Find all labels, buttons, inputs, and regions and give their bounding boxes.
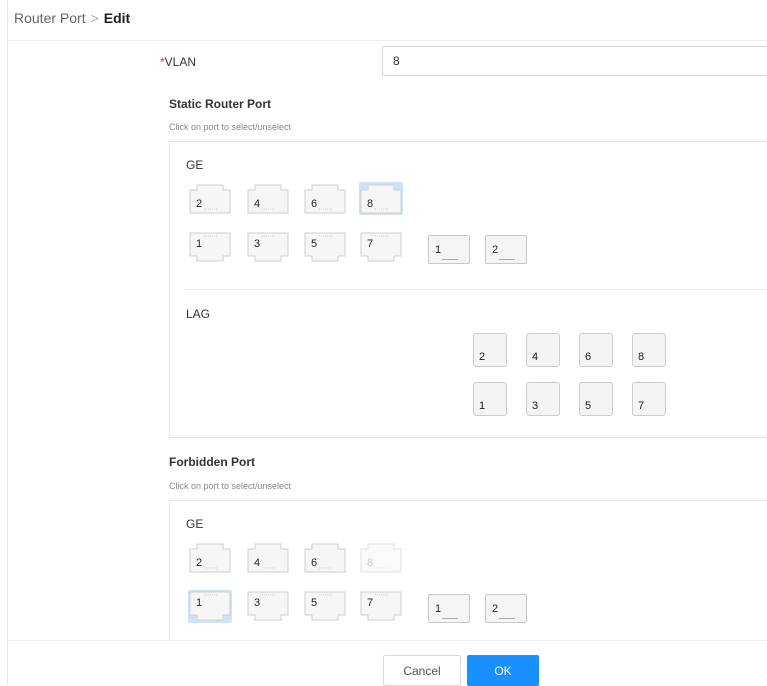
port-number: 7 xyxy=(367,238,374,250)
static-ge-port-6[interactable]: 6 xyxy=(303,182,347,215)
left-border xyxy=(7,0,8,685)
lag-port-2[interactable]: 2 xyxy=(473,333,507,367)
port-number: 1 xyxy=(435,244,442,256)
port-number: 6 xyxy=(311,557,318,569)
forbidden-ge-port-7[interactable]: 7 xyxy=(359,590,403,623)
port-number: 2 xyxy=(492,603,499,615)
sfp-slot-icon xyxy=(499,259,515,260)
port-number: 1 xyxy=(196,597,203,609)
static-ge-port-3[interactable]: 3 xyxy=(246,231,290,264)
footer: Cancel OK xyxy=(8,640,767,686)
port-number: 3 xyxy=(254,238,261,250)
static-ge-port-7[interactable]: 7 xyxy=(359,231,403,264)
sfp-slot-icon xyxy=(442,259,458,260)
breadcrumb-parent[interactable]: Router Port xyxy=(14,10,86,26)
port-number: 5 xyxy=(585,400,592,412)
forbidden-ge-port-6[interactable]: 6 xyxy=(303,541,347,574)
forbidden-port-hint: Click on port to select/unselect xyxy=(169,481,292,491)
static-lag-label: LAG xyxy=(186,307,211,321)
static-ge-label: GE xyxy=(186,158,204,172)
forbidden-port-panel: GE 2 4 6 8 1 3 5 7 1 2 xyxy=(169,500,767,662)
header-divider xyxy=(8,40,767,41)
port-number: 4 xyxy=(532,351,539,363)
forbidden-ge-port-3[interactable]: 3 xyxy=(246,590,290,623)
cancel-button[interactable]: Cancel xyxy=(383,655,461,686)
port-number: 7 xyxy=(367,597,374,609)
port-number: 5 xyxy=(311,597,318,609)
vlan-label-text: VLAN xyxy=(164,55,197,69)
static-router-port-panel: GE LAG 2 4 6 8 1 3 5 7 1 2 2 4 6 8 1 3 5 7 xyxy=(169,141,767,438)
forbidden-ge-port-2[interactable]: 2 xyxy=(188,541,232,574)
vlan-label: *VLAN xyxy=(160,55,196,69)
ok-button[interactable]: OK xyxy=(467,655,539,686)
port-number: 1 xyxy=(435,603,442,615)
port-number: 2 xyxy=(196,557,203,569)
lag-port-8[interactable]: 8 xyxy=(632,333,666,367)
port-number: 1 xyxy=(479,400,486,412)
port-number: 8 xyxy=(638,351,645,363)
port-number: 6 xyxy=(311,198,318,210)
static-ge-port-1[interactable]: 1 xyxy=(188,231,232,264)
forbidden-port-title: Forbidden Port xyxy=(169,455,255,469)
sfp-slot-icon xyxy=(442,618,458,619)
lag-port-4[interactable]: 4 xyxy=(526,333,560,367)
port-number: 8 xyxy=(367,557,374,569)
lag-port-3[interactable]: 3 xyxy=(526,382,560,416)
lag-port-6[interactable]: 6 xyxy=(579,333,613,367)
port-number: 6 xyxy=(585,351,592,363)
lag-port-1[interactable]: 1 xyxy=(473,382,507,416)
forbidden-ge-port-1[interactable]: 1 xyxy=(188,590,232,623)
forbidden-ge-port-5[interactable]: 5 xyxy=(303,590,347,623)
port-number: 5 xyxy=(311,238,318,250)
port-number: 2 xyxy=(479,351,486,363)
forbidden-ge-port-8: 8 xyxy=(359,541,403,574)
port-number: 4 xyxy=(254,198,261,210)
breadcrumb: Router Port > Edit xyxy=(14,10,130,26)
static-divider xyxy=(184,289,767,290)
breadcrumb-separator: > xyxy=(90,10,99,26)
forbidden-sfp-port-2[interactable]: 2 xyxy=(485,594,527,623)
forbidden-ge-label: GE xyxy=(186,517,204,531)
lag-port-7[interactable]: 7 xyxy=(632,382,666,416)
sfp-slot-icon xyxy=(499,618,515,619)
static-sfp-port-1[interactable]: 1 xyxy=(428,235,470,264)
forbidden-sfp-port-1[interactable]: 1 xyxy=(428,594,470,623)
lag-port-5[interactable]: 5 xyxy=(579,382,613,416)
port-number: 7 xyxy=(638,400,645,412)
static-sfp-port-2[interactable]: 2 xyxy=(485,235,527,264)
static-ge-port-8[interactable]: 8 xyxy=(359,182,403,215)
port-number: 2 xyxy=(196,198,203,210)
breadcrumb-current: Edit xyxy=(103,10,131,26)
port-number: 3 xyxy=(254,597,261,609)
static-ge-port-2[interactable]: 2 xyxy=(188,182,232,215)
port-number: 1 xyxy=(196,238,203,250)
port-number: 3 xyxy=(532,400,539,412)
port-number: 4 xyxy=(254,557,261,569)
static-router-port-hint: Click on port to select/unselect xyxy=(169,122,292,132)
static-ge-port-4[interactable]: 4 xyxy=(246,182,290,215)
vlan-input[interactable] xyxy=(382,46,767,76)
forbidden-ge-port-4[interactable]: 4 xyxy=(246,541,290,574)
port-number: 2 xyxy=(492,244,499,256)
static-router-port-title: Static Router Port xyxy=(169,97,272,111)
static-ge-port-5[interactable]: 5 xyxy=(303,231,347,264)
port-number: 8 xyxy=(367,198,374,210)
